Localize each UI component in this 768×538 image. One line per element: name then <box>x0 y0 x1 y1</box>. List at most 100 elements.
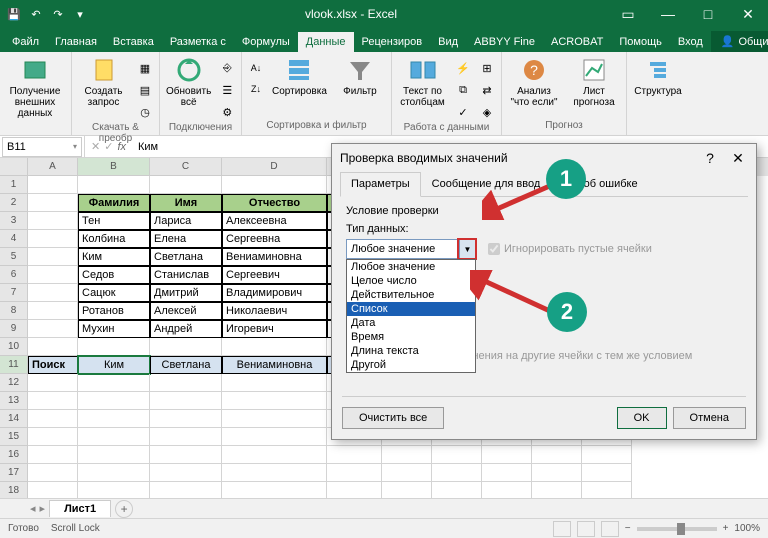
cell[interactable]: Лариса <box>150 212 222 230</box>
cell[interactable] <box>28 230 78 248</box>
row-header[interactable]: 1 <box>0 176 27 194</box>
enter-formula-icon[interactable]: ✓ <box>104 140 113 153</box>
zoom-slider[interactable] <box>637 527 717 531</box>
edit-links-icon[interactable]: ⚙ <box>217 102 237 122</box>
zoom-in-icon[interactable]: + <box>723 523 729 534</box>
cell[interactable]: Колбина <box>78 230 150 248</box>
ignore-empty-input[interactable] <box>488 243 500 255</box>
sheet-nav-prev-icon[interactable]: ◂ <box>30 502 36 515</box>
cell[interactable]: Елена <box>150 230 222 248</box>
type-combo[interactable]: ▼ Любое значениеЦелое числоДействительно… <box>346 239 476 259</box>
name-box[interactable]: B11▾ <box>2 137 82 157</box>
zoom-level[interactable]: 100% <box>734 523 760 534</box>
cell[interactable] <box>78 464 150 482</box>
dropdown-item[interactable]: Любое значение <box>347 260 475 274</box>
row-header[interactable]: 9 <box>0 320 27 338</box>
dialog-close-icon[interactable]: ✕ <box>728 150 748 167</box>
cell[interactable] <box>382 464 432 482</box>
cell[interactable] <box>150 338 222 356</box>
cell[interactable] <box>222 446 327 464</box>
cell[interactable]: Станислав <box>150 266 222 284</box>
cell[interactable] <box>222 464 327 482</box>
sort-za-icon[interactable]: Z↓ <box>246 79 266 99</box>
cell[interactable] <box>532 464 582 482</box>
from-table-icon[interactable]: ▤ <box>135 80 155 100</box>
cell[interactable] <box>150 446 222 464</box>
save-icon[interactable]: 💾 <box>4 4 24 24</box>
ribbon-options-icon[interactable]: ▭ <box>608 0 648 28</box>
type-combo-dropdown-icon[interactable]: ▼ <box>459 240 475 258</box>
cell[interactable]: Алексей <box>150 302 222 320</box>
cell[interactable]: Фамилия <box>78 194 150 212</box>
cell[interactable] <box>28 176 78 194</box>
share-button[interactable]: 👤Общий доступ <box>711 31 768 52</box>
cell[interactable]: Ротанов <box>78 302 150 320</box>
ribbon-tab-вид[interactable]: Вид <box>430 32 466 52</box>
connections-icon[interactable]: ⎆ <box>217 58 237 78</box>
cell[interactable]: Вениаминовна <box>222 356 327 374</box>
page-break-view-icon[interactable] <box>601 521 619 537</box>
cell[interactable]: Андрей <box>150 320 222 338</box>
cell[interactable] <box>222 176 327 194</box>
consolidate-icon[interactable]: ⊞ <box>477 58 497 78</box>
cell[interactable] <box>28 302 78 320</box>
outline-button[interactable]: Структура <box>631 54 685 99</box>
maximize-icon[interactable]: □ <box>688 0 728 28</box>
row-header[interactable]: 3 <box>0 212 27 230</box>
cell[interactable]: Алексеевна <box>222 212 327 230</box>
ribbon-tab-вход[interactable]: Вход <box>670 32 711 52</box>
ribbon-tab-разметка с[interactable]: Разметка с <box>162 32 234 52</box>
dropdown-item[interactable]: Длина текста <box>347 344 475 358</box>
ignore-empty-checkbox[interactable]: Игнорировать пустые ячейки <box>488 243 652 255</box>
ribbon-tab-вставка[interactable]: Вставка <box>105 32 162 52</box>
dropdown-item[interactable]: Время <box>347 330 475 344</box>
cell[interactable] <box>28 194 78 212</box>
dialog-title-bar[interactable]: Проверка вводимых значений ? ✕ <box>332 144 756 172</box>
column-header[interactable]: C <box>150 158 222 176</box>
cell[interactable] <box>78 428 150 446</box>
cell[interactable] <box>432 446 482 464</box>
minimize-icon[interactable]: — <box>648 0 688 28</box>
cancel-formula-icon[interactable]: ✕ <box>91 140 100 153</box>
filter-button[interactable]: Фильтр <box>333 54 387 99</box>
sort-az-icon[interactable]: A↓ <box>246 58 266 78</box>
cell[interactable] <box>582 446 632 464</box>
fx-icon[interactable]: fx <box>117 141 126 153</box>
cell[interactable] <box>28 428 78 446</box>
dialog-tab[interactable]: Параметры <box>340 172 421 197</box>
cell[interactable] <box>28 212 78 230</box>
cell[interactable]: Вениаминовна <box>222 248 327 266</box>
cell[interactable] <box>78 176 150 194</box>
cell[interactable] <box>28 410 78 428</box>
cell[interactable] <box>78 410 150 428</box>
cell[interactable]: Поиск <box>28 356 78 374</box>
column-header[interactable]: B <box>78 158 150 176</box>
cell[interactable] <box>28 284 78 302</box>
cell[interactable] <box>582 464 632 482</box>
page-layout-view-icon[interactable] <box>577 521 595 537</box>
cell[interactable] <box>222 428 327 446</box>
cell[interactable]: Ким <box>78 356 150 374</box>
flash-fill-icon[interactable]: ⚡ <box>453 58 473 78</box>
cell[interactable] <box>28 392 78 410</box>
row-header[interactable]: 6 <box>0 266 27 284</box>
refresh-all-button[interactable]: Обновить всё <box>164 54 213 110</box>
cell[interactable] <box>28 248 78 266</box>
clear-all-button[interactable]: Очистить все <box>342 407 444 429</box>
row-header[interactable]: 13 <box>0 392 27 410</box>
row-header[interactable]: 12 <box>0 374 27 392</box>
cell[interactable]: Сацюк <box>78 284 150 302</box>
cell[interactable] <box>28 464 78 482</box>
cell[interactable]: Отчество <box>222 194 327 212</box>
whatif-button[interactable]: ?Анализ "что если" <box>506 54 562 110</box>
external-data-button[interactable]: Получение внешних данных <box>4 54 66 121</box>
cell[interactable]: Мухин <box>78 320 150 338</box>
cell[interactable]: Игоревич <box>222 320 327 338</box>
ok-button[interactable]: OK <box>617 407 667 429</box>
properties-icon[interactable]: ☰ <box>217 80 237 100</box>
cell[interactable] <box>28 374 78 392</box>
cell[interactable] <box>382 446 432 464</box>
remove-dup-icon[interactable]: ⧉ <box>453 80 473 100</box>
cell[interactable] <box>28 266 78 284</box>
data-model-icon[interactable]: ◈ <box>477 102 497 122</box>
